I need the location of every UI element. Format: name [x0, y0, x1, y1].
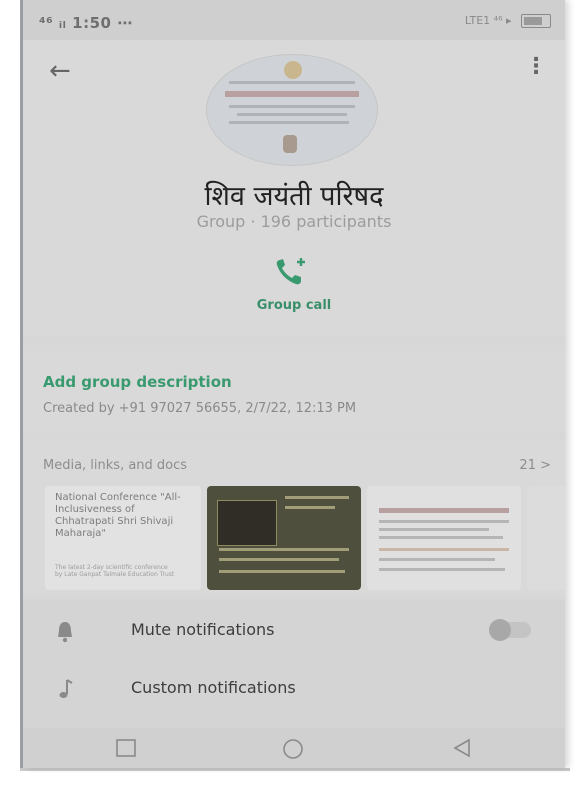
- avatar-seal: [284, 61, 302, 79]
- media-label[interactable]: Media, links, and docs: [43, 458, 187, 473]
- status-time: ⁴⁶ ᵢₗ 1:50 ⋯: [39, 14, 133, 32]
- created-by-text: Created by +91 97027 56655, 2/7/22, 12:1…: [43, 401, 357, 416]
- home-icon[interactable]: [281, 738, 305, 760]
- screenshot-frame-bottom: [20, 768, 570, 771]
- media-thumb-partial[interactable]: [527, 486, 565, 590]
- participants-count: Group · 196 participants: [196, 212, 392, 231]
- back-arrow-icon[interactable]: ←: [49, 56, 71, 86]
- add-description-link[interactable]: Add group description: [43, 373, 232, 391]
- custom-notifications-label: Custom notifications: [131, 678, 296, 697]
- media-count[interactable]: 21 >: [519, 458, 551, 473]
- toggle-knob: [489, 619, 511, 641]
- notification-settings: Mute notifications Custom notifications: [23, 600, 565, 728]
- bell-icon: [58, 622, 72, 643]
- avatar-banner: [225, 91, 359, 97]
- media-thumb-poster[interactable]: [207, 486, 361, 590]
- system-nav-bar: [23, 728, 565, 768]
- recent-apps-icon[interactable]: [115, 738, 137, 758]
- group-call-icon[interactable]: [271, 254, 315, 288]
- media-thumb-invitation[interactable]: [367, 486, 521, 590]
- status-network: LTE1 ⁴⁶ ▸: [464, 14, 512, 27]
- music-note-icon: [59, 679, 73, 698]
- description-section: Add group description Created by +91 970…: [23, 345, 565, 433]
- mute-notifications-label: Mute notifications: [131, 620, 275, 639]
- back-nav-icon[interactable]: [451, 738, 473, 758]
- group-name: शिव जयंती परिषद: [204, 181, 384, 212]
- thumb-text: National Conference "All-Inclusiveness o…: [55, 492, 181, 539]
- mute-toggle[interactable]: [489, 619, 531, 641]
- group-call-button[interactable]: Group call: [23, 298, 565, 313]
- battery-icon: [521, 14, 551, 28]
- status-bar: ⁴⁶ ᵢₗ 1:50 ⋯ LTE1 ⁴⁶ ▸: [23, 0, 565, 40]
- media-thumb-conference[interactable]: National Conference "All-Inclusiveness o…: [45, 486, 201, 590]
- phone-screen: ⁴⁶ ᵢₗ 1:50 ⋯ LTE1 ⁴⁶ ▸ ← ⋮ शिव जयंती परि…: [23, 0, 565, 768]
- mute-notifications-row[interactable]: Mute notifications: [23, 608, 565, 662]
- group-avatar[interactable]: [206, 54, 378, 166]
- custom-notifications-row[interactable]: Custom notifications: [23, 666, 565, 720]
- status-icons: LTE1 ⁴⁶ ▸: [465, 14, 551, 28]
- more-options-icon[interactable]: ⋮: [525, 54, 547, 79]
- media-section: Media, links, and docs 21 > National Con…: [23, 440, 565, 595]
- group-header: ← ⋮ शिव जयंती परिषद Group · 196 particip…: [23, 40, 565, 336]
- avatar-portrait: [283, 135, 297, 153]
- thumb-small-text: The latest 2-day scientific conference b…: [55, 564, 175, 578]
